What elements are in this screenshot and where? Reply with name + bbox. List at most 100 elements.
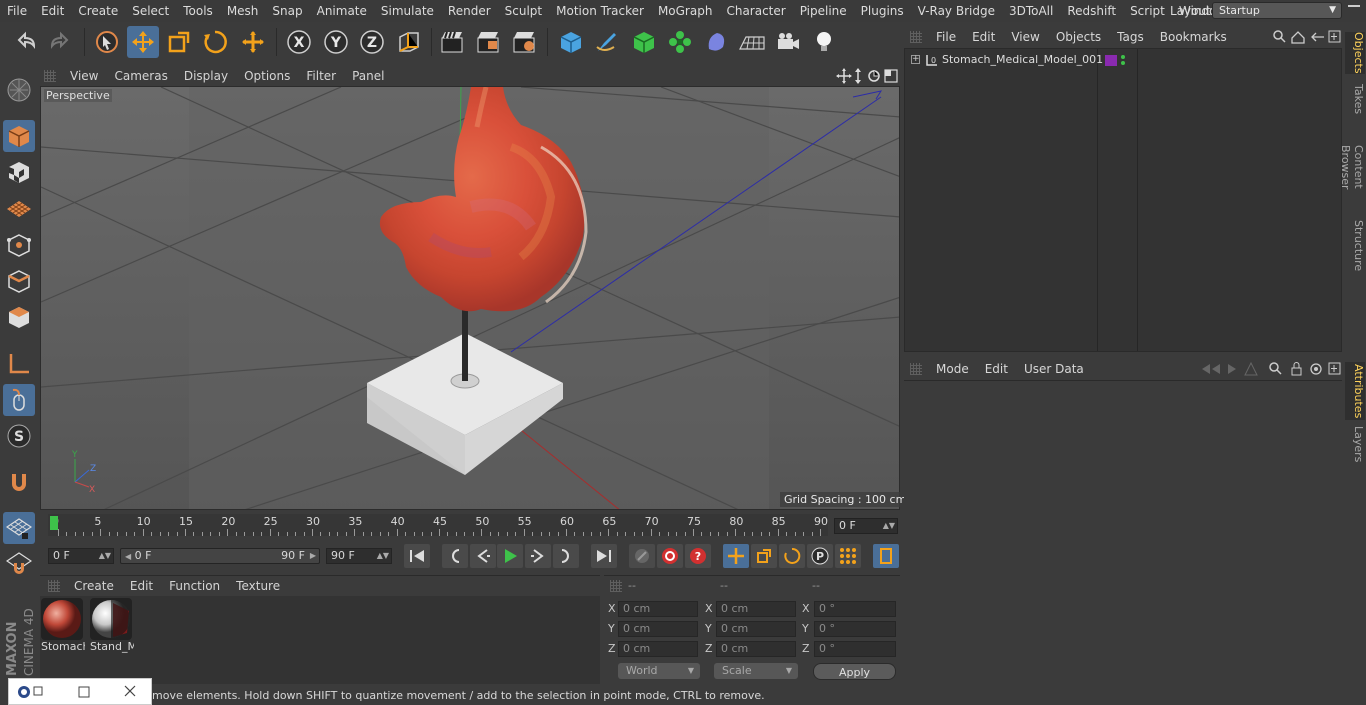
z-axis-icon[interactable]: Z: [356, 26, 388, 58]
rotation-field[interactable]: 0 °: [814, 621, 896, 637]
menu-bookmarks[interactable]: Bookmarks: [1152, 30, 1235, 44]
minimized-window-bar[interactable]: [8, 678, 152, 705]
snap-settings-icon[interactable]: [3, 548, 35, 580]
key-rotation-icon[interactable]: [779, 544, 805, 568]
menu-snap[interactable]: Snap: [265, 0, 309, 22]
panel-grip-icon[interactable]: [48, 579, 60, 592]
menu-texture[interactable]: Texture: [228, 579, 288, 593]
position-field[interactable]: 0 cm: [618, 601, 698, 617]
menu-mograph[interactable]: MoGraph: [651, 0, 720, 22]
menu-edit[interactable]: Edit: [964, 30, 1003, 44]
solo-icon[interactable]: S: [3, 420, 35, 452]
texture-mode-icon[interactable]: [3, 156, 35, 188]
render-picture-viewer-icon[interactable]: [472, 26, 504, 58]
menu-view[interactable]: View: [62, 69, 106, 83]
menu-v-ray-bridge[interactable]: V-Ray Bridge: [911, 0, 1002, 22]
menu-tools[interactable]: Tools: [176, 0, 220, 22]
coordinate-system-icon[interactable]: [393, 26, 425, 58]
model-mode-icon[interactable]: [3, 120, 35, 152]
3d-viewport[interactable]: Y Z X: [40, 86, 900, 510]
menu-file[interactable]: File: [0, 0, 34, 22]
menu-simulate[interactable]: Simulate: [374, 0, 441, 22]
workplane-icon[interactable]: [3, 192, 35, 224]
position-field[interactable]: 0 cm: [618, 641, 698, 657]
edge-mode-icon[interactable]: [3, 265, 35, 297]
side-tab-attributes[interactable]: Attributes: [1345, 362, 1365, 420]
menu-mesh[interactable]: Mesh: [220, 0, 266, 22]
rotation-field[interactable]: 0 °: [814, 641, 896, 657]
menu-sculpt[interactable]: Sculpt: [498, 0, 549, 22]
cube-icon[interactable]: [555, 26, 587, 58]
y-axis-icon[interactable]: Y: [320, 26, 352, 58]
key-parameter-icon[interactable]: P: [807, 544, 833, 568]
x-axis-icon[interactable]: X: [283, 26, 315, 58]
enable-snap-icon[interactable]: [3, 512, 35, 544]
menu-edit[interactable]: Edit: [977, 362, 1016, 376]
menu-animate[interactable]: Animate: [310, 0, 374, 22]
menu-function[interactable]: Function: [161, 579, 228, 593]
menu-edit[interactable]: Edit: [34, 0, 71, 22]
render-visibility-dot[interactable]: [1121, 61, 1125, 65]
menu-file[interactable]: File: [928, 30, 964, 44]
snap-magnet-icon[interactable]: [3, 467, 35, 499]
coordinate-space-dropdown[interactable]: World ▼: [618, 663, 700, 679]
edit-render-settings-icon[interactable]: [508, 26, 540, 58]
panel-grip-icon[interactable]: [44, 70, 56, 82]
menu-cameras[interactable]: Cameras: [106, 69, 175, 83]
key-position-icon[interactable]: [723, 544, 749, 568]
timeline-window-icon[interactable]: [873, 544, 899, 568]
layout-select[interactable]: Startup ▼: [1212, 2, 1342, 19]
pen-icon[interactable]: [591, 26, 623, 58]
mograph-cloner-icon[interactable]: [664, 26, 696, 58]
axis-mode-icon[interactable]: [3, 348, 35, 380]
current-frame-field[interactable]: 0 F ▲▼: [834, 518, 898, 534]
expand-icon[interactable]: +: [911, 55, 920, 64]
material-stomach[interactable]: Stomach: [41, 598, 85, 653]
record-keys-icon[interactable]: [629, 544, 655, 568]
previous-key-icon[interactable]: [442, 544, 468, 568]
previous-frame-icon[interactable]: [470, 544, 496, 568]
autokeying-icon[interactable]: [657, 544, 683, 568]
panel-grip-icon[interactable]: [910, 363, 922, 375]
object-manager-tools[interactable]: [1272, 29, 1342, 45]
menu-edit[interactable]: Edit: [122, 579, 161, 593]
restore-icon[interactable]: [33, 686, 43, 696]
subdivision-icon[interactable]: [628, 26, 660, 58]
next-key-icon[interactable]: [553, 544, 579, 568]
viewport-nav-icons[interactable]: [836, 68, 898, 84]
menu-motion-tracker[interactable]: Motion Tracker: [549, 0, 651, 22]
menu-user-data[interactable]: User Data: [1016, 362, 1092, 376]
floor-icon[interactable]: [736, 26, 768, 58]
make-editable-icon[interactable]: [3, 74, 35, 106]
size-field[interactable]: 0 cm: [716, 601, 796, 617]
menu-script[interactable]: Script: [1123, 0, 1172, 22]
redo-icon[interactable]: [44, 26, 76, 58]
menu-filter[interactable]: Filter: [298, 69, 344, 83]
menu-create[interactable]: Create: [66, 579, 122, 593]
playhead-marker[interactable]: [50, 516, 58, 530]
menu-character[interactable]: Character: [719, 0, 792, 22]
end-frame-field[interactable]: 90 F ▲▼: [326, 548, 392, 564]
object-name[interactable]: Stomach_Medical_Model_001: [942, 53, 1103, 66]
viewport-camera-label[interactable]: Perspective: [44, 89, 112, 102]
menu-plugins[interactable]: Plugins: [854, 0, 911, 22]
next-frame-icon[interactable]: [525, 544, 551, 568]
rotate-icon[interactable]: [199, 26, 231, 58]
deformer-icon[interactable]: [700, 26, 732, 58]
size-mode-dropdown[interactable]: Scale ▼: [714, 663, 798, 679]
menu-create[interactable]: Create: [71, 0, 125, 22]
key-pla-icon[interactable]: [835, 544, 861, 568]
frame-range-slider[interactable]: ◀ 0 F 90 F ▶: [120, 548, 320, 564]
side-tab-takes[interactable]: Takes: [1345, 82, 1365, 116]
panel-grip-icon[interactable]: [610, 579, 622, 592]
tweak-mode-icon[interactable]: [3, 384, 35, 416]
menu-view[interactable]: View: [1003, 30, 1047, 44]
recent-tool-icon[interactable]: [237, 26, 269, 58]
rotation-field[interactable]: 0 °: [814, 601, 896, 617]
scale-icon[interactable]: [163, 26, 195, 58]
menu-mode[interactable]: Mode: [928, 362, 977, 376]
start-frame-field[interactable]: 0 F ▲▼: [48, 548, 114, 564]
menu-tags[interactable]: Tags: [1109, 30, 1152, 44]
size-field[interactable]: 0 cm: [716, 621, 796, 637]
menu-redshift[interactable]: Redshift: [1060, 0, 1123, 22]
